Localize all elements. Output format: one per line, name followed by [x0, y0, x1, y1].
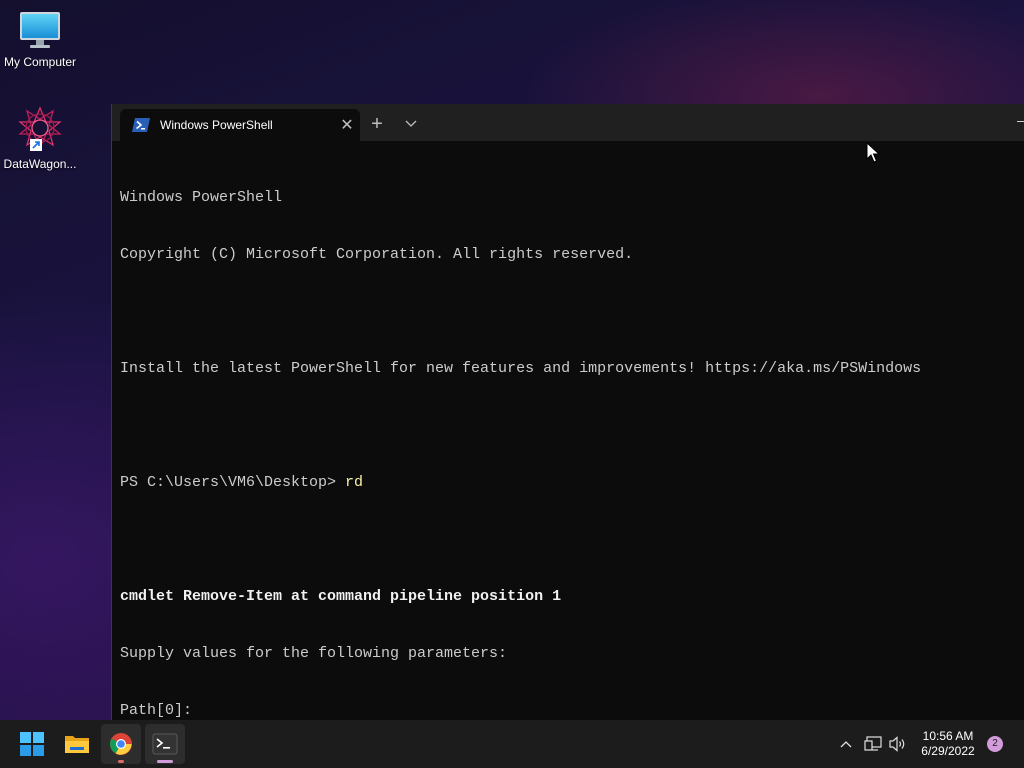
terminal-icon [152, 733, 178, 755]
chevron-up-icon [840, 741, 852, 748]
show-hidden-icons-button[interactable] [836, 720, 856, 768]
new-tab-button[interactable]: + [366, 113, 388, 135]
clock-time: 10:56 AM [922, 729, 974, 743]
typed-command: rd [345, 474, 364, 491]
console-line: Windows PowerShell [120, 189, 283, 206]
prompt-line: PS C:\Users\VM6\Desktop> rd [120, 473, 1024, 492]
prompt-text: PS C:\Users\VM6\Desktop> [120, 474, 346, 491]
console-line: cmdlet Remove-Item at command pipeline p… [120, 588, 562, 605]
volume-icon [889, 736, 905, 752]
folder-icon [65, 736, 89, 753]
system-clock[interactable]: 10:56 AM 6/29/2022 [914, 729, 982, 759]
tab-dropdown-button[interactable] [400, 113, 422, 135]
terminal-window: Windows PowerShell ✕ + Windows PowerShel… [111, 104, 1024, 720]
windows-start-icon [20, 732, 44, 756]
minimize-button[interactable] [1017, 121, 1024, 122]
title-bar[interactable]: Windows PowerShell ✕ + [112, 104, 1024, 141]
monitor-icon [20, 12, 60, 48]
clock-date: 6/29/2022 [921, 744, 975, 758]
console-output[interactable]: Windows PowerShell Copyright (C) Microso… [112, 141, 1024, 720]
start-button[interactable] [12, 724, 52, 764]
mouse-cursor-icon [866, 142, 880, 163]
taskbar: 10:56 AM 6/29/2022 [0, 720, 1024, 768]
close-tab-icon[interactable]: ✕ [334, 115, 360, 135]
powershell-icon [132, 118, 150, 132]
chrome-icon [110, 733, 132, 755]
console-line: Supply values for the following paramete… [120, 645, 508, 662]
running-indicator [118, 760, 124, 763]
desktop-icon-datawagon[interactable]: DataWagon... [0, 106, 80, 171]
path-input-prompt[interactable]: Path[0]: [120, 701, 1024, 720]
volume-button[interactable] [887, 720, 909, 768]
notification-badge[interactable]: 2 [987, 736, 1003, 752]
taskbar-file-explorer[interactable] [57, 724, 97, 764]
network-icon [864, 736, 882, 751]
console-line: Copyright (C) Microsoft Corporation. All… [120, 246, 634, 263]
tab-title: Windows PowerShell [160, 118, 273, 132]
datawagon-icon [18, 106, 62, 151]
desktop-icon-label: DataWagon... [3, 157, 77, 171]
chevron-down-icon [405, 120, 417, 127]
desktop-icon-my-computer[interactable]: My Computer [0, 10, 80, 69]
taskbar-windows-terminal[interactable] [145, 724, 185, 764]
network-button[interactable] [862, 720, 884, 768]
desktop: My Computer DataWagon... Windows PowerSh… [0, 0, 1024, 768]
desktop-icon-label: My Computer [3, 55, 77, 69]
console-line: Install the latest PowerShell for new fe… [120, 360, 922, 377]
tab-windows-powershell[interactable]: Windows PowerShell ✕ [120, 109, 360, 141]
taskbar-google-chrome[interactable] [101, 724, 141, 764]
running-indicator [157, 760, 173, 763]
